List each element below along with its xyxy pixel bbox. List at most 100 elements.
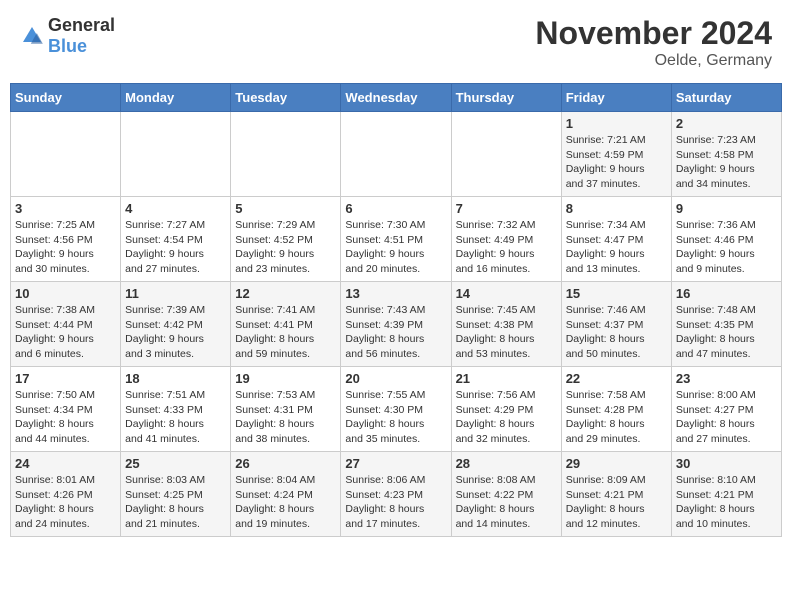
calendar-cell: 19 Sunrise: 7:53 AM Sunset: 4:31 PM Dayli… [231,367,341,452]
day-number: 23 [676,371,777,386]
calendar-cell [11,112,121,197]
week-row-3: 10Sunrise: 7:38 AM Sunset: 4:44 PM Dayli… [11,282,782,367]
calendar-cell: 28Sunrise: 8:08 AM Sunset: 4:22 PM Dayli… [451,452,561,537]
day-number: 14 [456,286,557,301]
day-number: 13 [345,286,446,301]
day-info: Sunrise: 7:53 AM Sunset: 4:31 PM Dayligh… [235,388,336,447]
day-number: 7 [456,201,557,216]
calendar-cell [231,112,341,197]
calendar-cell: 8 Sunrise: 7:34 AM Sunset: 4:47 PM Daylig… [561,197,671,282]
day-number: 27 [345,456,446,471]
day-info: Sunrise: 8:10 AM Sunset: 4:21 PM Dayligh… [676,473,777,532]
calendar-cell: 16 Sunrise: 7:48 AM Sunset: 4:35 PM Dayli… [671,282,781,367]
day-info: Sunrise: 7:55 AM Sunset: 4:30 PM Dayligh… [345,388,446,447]
calendar-cell: 23 Sunrise: 8:00 AM Sunset: 4:27 PM Dayli… [671,367,781,452]
calendar-cell [341,112,451,197]
day-header-saturday: Saturday [671,84,781,112]
calendar-cell: 2 Sunrise: 7:23 AM Sunset: 4:58 PM Daylig… [671,112,781,197]
day-number: 19 [235,371,336,386]
day-number: 5 [235,201,336,216]
day-number: 22 [566,371,667,386]
day-header-tuesday: Tuesday [231,84,341,112]
day-number: 3 [15,201,116,216]
calendar-cell: 21 Sunrise: 7:56 AM Sunset: 4:29 PM Dayli… [451,367,561,452]
day-number: 2 [676,116,777,131]
calendar-cell: 5 Sunrise: 7:29 AM Sunset: 4:52 PM Daylig… [231,197,341,282]
day-info: Sunrise: 8:03 AM Sunset: 4:25 PM Dayligh… [125,473,226,532]
calendar-cell: 13 Sunrise: 7:43 AM Sunset: 4:39 PM Dayli… [341,282,451,367]
day-number: 11 [125,286,226,301]
calendar-cell: 9 Sunrise: 7:36 AM Sunset: 4:46 PM Daylig… [671,197,781,282]
calendar-cell: 3 Sunrise: 7:25 AM Sunset: 4:56 PM Daylig… [11,197,121,282]
day-info: Sunrise: 7:46 AM Sunset: 4:37 PM Dayligh… [566,303,667,362]
day-number: 29 [566,456,667,471]
calendar-cell: 26 Sunrise: 8:04 AM Sunset: 4:24 PM Dayli… [231,452,341,537]
day-header-monday: Monday [121,84,231,112]
day-number: 30 [676,456,777,471]
day-info: Sunrise: 7:29 AM Sunset: 4:52 PM Dayligh… [235,218,336,277]
day-number: 6 [345,201,446,216]
month-title: November 2024 [535,15,772,52]
day-number: 24 [15,456,116,471]
day-info: Sunrise: 8:08 AM Sunset: 4:22 PM Dayligh… [456,473,557,532]
calendar-cell: 17 Sunrise: 7:50 AM Sunset: 4:34 PM Dayli… [11,367,121,452]
day-info: Sunrise: 8:09 AM Sunset: 4:21 PM Dayligh… [566,473,667,532]
calendar-cell: 6 Sunrise: 7:30 AM Sunset: 4:51 PM Daylig… [341,197,451,282]
page-header: General Blue November 2024 Oelde, German… [10,10,782,75]
logo-blue-text: Blue [48,36,87,56]
logo-icon [20,24,44,48]
logo: General Blue [20,15,115,57]
day-info: Sunrise: 7:25 AM Sunset: 4:56 PM Dayligh… [15,218,116,277]
calendar-cell: 22 Sunrise: 7:58 AM Sunset: 4:28 PM Dayli… [561,367,671,452]
week-row-5: 24Sunrise: 8:01 AM Sunset: 4:26 PM Dayli… [11,452,782,537]
calendar-cell: 24Sunrise: 8:01 AM Sunset: 4:26 PM Dayli… [11,452,121,537]
day-info: Sunrise: 7:39 AM Sunset: 4:42 PM Dayligh… [125,303,226,362]
calendar-cell [451,112,561,197]
day-header-sunday: Sunday [11,84,121,112]
day-info: Sunrise: 7:48 AM Sunset: 4:35 PM Dayligh… [676,303,777,362]
day-info: Sunrise: 7:30 AM Sunset: 4:51 PM Dayligh… [345,218,446,277]
day-info: Sunrise: 7:56 AM Sunset: 4:29 PM Dayligh… [456,388,557,447]
day-info: Sunrise: 7:51 AM Sunset: 4:33 PM Dayligh… [125,388,226,447]
week-row-4: 17 Sunrise: 7:50 AM Sunset: 4:34 PM Dayli… [11,367,782,452]
day-number: 8 [566,201,667,216]
day-number: 25 [125,456,226,471]
calendar-cell: 12 Sunrise: 7:41 AM Sunset: 4:41 PM Dayli… [231,282,341,367]
calendar-cell: 15 Sunrise: 7:46 AM Sunset: 4:37 PM Dayli… [561,282,671,367]
day-number: 16 [676,286,777,301]
day-number: 1 [566,116,667,131]
calendar-cell: 29 Sunrise: 8:09 AM Sunset: 4:21 PM Dayli… [561,452,671,537]
day-number: 21 [456,371,557,386]
day-header-wednesday: Wednesday [341,84,451,112]
calendar-cell: 18Sunrise: 7:51 AM Sunset: 4:33 PM Dayli… [121,367,231,452]
day-info: Sunrise: 8:06 AM Sunset: 4:23 PM Dayligh… [345,473,446,532]
day-info: Sunrise: 7:41 AM Sunset: 4:41 PM Dayligh… [235,303,336,362]
day-info: Sunrise: 7:36 AM Sunset: 4:46 PM Dayligh… [676,218,777,277]
day-info: Sunrise: 7:27 AM Sunset: 4:54 PM Dayligh… [125,218,226,277]
day-info: Sunrise: 7:32 AM Sunset: 4:49 PM Dayligh… [456,218,557,277]
week-row-2: 3 Sunrise: 7:25 AM Sunset: 4:56 PM Daylig… [11,197,782,282]
day-number: 12 [235,286,336,301]
day-info: Sunrise: 7:45 AM Sunset: 4:38 PM Dayligh… [456,303,557,362]
day-info: Sunrise: 7:43 AM Sunset: 4:39 PM Dayligh… [345,303,446,362]
calendar-cell: 27 Sunrise: 8:06 AM Sunset: 4:23 PM Dayli… [341,452,451,537]
day-number: 17 [15,371,116,386]
location-title: Oelde, Germany [535,52,772,70]
calendar-header-row: SundayMondayTuesdayWednesdayThursdayFrid… [11,84,782,112]
day-info: Sunrise: 8:00 AM Sunset: 4:27 PM Dayligh… [676,388,777,447]
day-number: 15 [566,286,667,301]
day-info: Sunrise: 7:58 AM Sunset: 4:28 PM Dayligh… [566,388,667,447]
day-number: 9 [676,201,777,216]
calendar-cell: 14 Sunrise: 7:45 AM Sunset: 4:38 PM Dayli… [451,282,561,367]
day-header-thursday: Thursday [451,84,561,112]
week-row-1: 1Sunrise: 7:21 AM Sunset: 4:59 PM Daylig… [11,112,782,197]
day-number: 26 [235,456,336,471]
calendar-cell: 1Sunrise: 7:21 AM Sunset: 4:59 PM Daylig… [561,112,671,197]
calendar-cell [121,112,231,197]
day-info: Sunrise: 7:50 AM Sunset: 4:34 PM Dayligh… [15,388,116,447]
calendar-cell: 10Sunrise: 7:38 AM Sunset: 4:44 PM Dayli… [11,282,121,367]
day-info: Sunrise: 7:34 AM Sunset: 4:47 PM Dayligh… [566,218,667,277]
day-info: Sunrise: 7:23 AM Sunset: 4:58 PM Dayligh… [676,133,777,192]
calendar-cell: 25 Sunrise: 8:03 AM Sunset: 4:25 PM Dayli… [121,452,231,537]
day-info: Sunrise: 8:04 AM Sunset: 4:24 PM Dayligh… [235,473,336,532]
